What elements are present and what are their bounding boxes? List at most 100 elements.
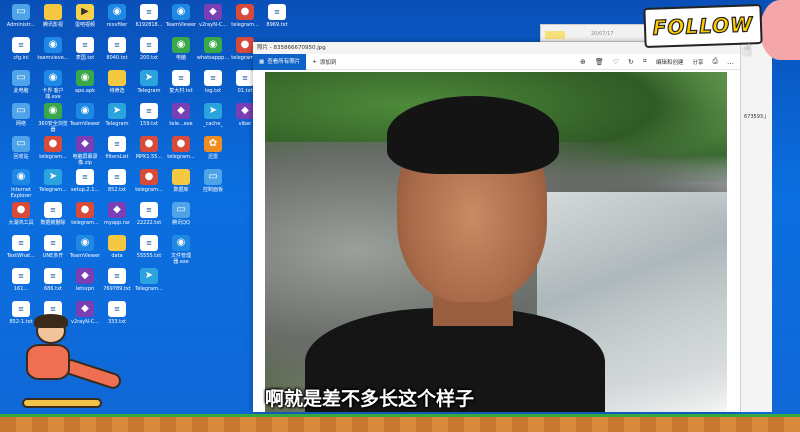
delete-icon[interactable]: 🗑 <box>595 58 604 66</box>
desktop-icon[interactable]: ≡ TextWhat... <box>4 235 38 259</box>
desktop-icon[interactable]: 数据库 <box>164 169 198 193</box>
txt-icon: ≡ <box>44 235 62 251</box>
desktop-icon[interactable]: ◆ myapp.rar <box>100 202 134 226</box>
txt-icon: ≡ <box>140 4 158 20</box>
add-to-button[interactable]: + 添加到 <box>312 58 336 66</box>
desktop-icon[interactable]: ◆ v2rayN-C... <box>196 4 230 28</box>
desktop-icon[interactable]: ≡ 8969.txt <box>260 4 294 28</box>
desktop-icon[interactable]: ● telegram... <box>228 4 262 28</box>
zoom-icon[interactable]: ⊕ <box>580 58 586 66</box>
side-window[interactable] <box>740 42 772 412</box>
desktop-icon[interactable]: 待筛选 <box>100 70 134 94</box>
view-all-photos-button[interactable]: ▦ 查看所有照片 <box>253 53 307 70</box>
txt-icon: ≡ <box>108 169 126 185</box>
share-button[interactable]: 分享 <box>692 58 703 66</box>
blue-icon: ◉ <box>12 169 30 185</box>
desktop-icon[interactable]: ➤ Telegram... <box>132 268 166 292</box>
desktop-icon-label: 200.txt <box>139 55 158 61</box>
desktop-icon-label: 卡界·客户端.exe <box>42 88 64 100</box>
desktop-icon-label: 电脑 <box>175 55 186 61</box>
desktop-icon[interactable]: ≡ 55555.txt <box>132 235 166 259</box>
desktop-icon[interactable]: ◉ whatsappp... <box>196 37 230 61</box>
desktop-icon[interactable]: ▭ 网络 <box>4 103 38 127</box>
desktop-icon[interactable]: ◉ Internet Explorer <box>4 169 38 199</box>
desktop-icon[interactable]: ◉ 360安全浏览器 <box>36 103 70 133</box>
desktop-icon[interactable]: 腾讯影视 <box>36 4 70 28</box>
desktop-icon[interactable]: ▭ 腾讯QQ <box>164 202 198 226</box>
desktop-icon[interactable]: ≡ filtersList <box>100 136 134 160</box>
desktop-icon[interactable]: ➤ Telegram <box>100 103 134 127</box>
more-icon[interactable]: … <box>727 58 734 66</box>
desktop-icon[interactable]: ≡ 161... <box>4 268 38 292</box>
desktop-icon[interactable]: ◉ rxxvfiler <box>100 4 134 28</box>
desktop-icon[interactable]: ▭ 控制面板 <box>196 169 230 193</box>
desktop-icon[interactable]: ≡ 8040.txt <box>100 37 134 61</box>
desktop-icon-label: whatsappp... <box>196 55 230 61</box>
desktop-icon[interactable]: ▭ 回收站 <box>4 136 38 160</box>
desktop-icon[interactable]: ● 大湖鸿工具 <box>4 202 38 226</box>
desktop-icon[interactable]: ◉ TeamViewer <box>164 4 198 28</box>
photo-viewer-window[interactable]: 照片 - 835866670950.jpg ▦ 查看所有照片 + 添加到 ⊕ 🗑… <box>253 42 740 412</box>
desktop-icon[interactable]: ◉ apo.apk <box>68 70 102 94</box>
desktop-icon[interactable]: data <box>100 235 134 259</box>
background-window-tab[interactable] <box>545 31 565 39</box>
txt-icon: ≡ <box>140 202 158 218</box>
desktop-icon[interactable]: ◉ teamvieve... <box>36 37 70 61</box>
desktop-icon[interactable]: ▶ 蛋吧视频 <box>68 4 102 28</box>
purple-icon: ◆ <box>76 136 94 152</box>
pc-icon: ▭ <box>12 136 30 152</box>
desktop-icon-label: apo.apk <box>75 88 95 94</box>
desktop-icon[interactable]: ≡ log.txt <box>196 70 230 94</box>
desktop-icon[interactable]: ≡ 22222.txt <box>132 202 166 226</box>
desktop-icon[interactable]: ● telegram... <box>132 169 166 193</box>
desktop-icon[interactable]: ≡ cfg.ini <box>4 37 38 61</box>
red-icon: ● <box>76 202 94 218</box>
desktop-icon[interactable]: ➤ Telegram <box>132 70 166 94</box>
desktop-icon[interactable]: ● MPK1.55... <box>132 136 166 160</box>
desktop-icon[interactable]: ≡ 表国.txt <box>68 37 102 61</box>
desktop-icon[interactable]: ≡ 6192818... <box>132 4 166 28</box>
desktop-icon[interactable]: ◉ 电脑 <box>164 37 198 61</box>
crop-icon[interactable]: ⌗ <box>643 57 647 66</box>
desktop-icon[interactable]: ● telegram... <box>164 136 198 160</box>
desktop-icon[interactable]: ➤ Telegram... <box>36 169 70 193</box>
toolbar-icons: ⊕ 🗑 ♡ ↻ ⌗ 编辑和创建 分享 ⎙ … <box>580 57 740 66</box>
red-icon: ● <box>12 202 30 218</box>
desktop-icon[interactable]: ≡ 159.txt <box>132 103 166 127</box>
txt-icon: ≡ <box>140 37 158 53</box>
txt-icon: ≡ <box>108 136 126 152</box>
desktop-icon[interactable]: ◉ 卡界·客户端.exe <box>36 70 70 100</box>
desktop-icon-label: 8969.txt <box>266 22 288 28</box>
favorite-icon[interactable]: ♡ <box>613 58 619 66</box>
desktop-icon[interactable]: ≡ UNE多开 <box>36 235 70 259</box>
follow-text: FOLLOW <box>652 12 754 41</box>
desktop-icon[interactable]: ≡ setup.2.1... <box>68 169 102 193</box>
desktop-icon-label: 迅雷 <box>207 154 218 160</box>
print-icon[interactable]: ⎙ <box>712 57 718 66</box>
desktop-icon[interactable]: ➤ _cache_ <box>196 103 230 127</box>
ground-strip <box>0 414 800 432</box>
desktop-icon[interactable]: ● telegram... <box>68 202 102 226</box>
desktop-icon[interactable]: ● telegram... <box>36 136 70 160</box>
desktop-icon[interactable]: ◆ letsvpn <box>68 268 102 292</box>
desktop-icon[interactable]: ≡ 852.txt <box>100 169 134 193</box>
desktop-icon[interactable]: ▭ Administr... <box>4 4 38 28</box>
desktop-icon[interactable]: ≡ 数据被删除 <box>36 202 70 226</box>
edit-create-button[interactable]: 编辑和创建 <box>656 58 684 66</box>
desktop-icon-label: telegram... <box>231 22 259 28</box>
desktop-icon[interactable]: ≡ 769789.txt <box>100 268 134 292</box>
rotate-icon[interactable]: ↻ <box>628 58 634 66</box>
desktop-icon[interactable]: ◉ TeamViewer <box>68 103 102 127</box>
desktop-icon[interactable]: ◉ TeamViewer <box>68 235 102 259</box>
tg-icon: ➤ <box>140 70 158 86</box>
desktop-icon-label: Telegram... <box>135 286 163 292</box>
desktop-icon-label: filtersList <box>105 154 129 160</box>
desktop-icon[interactable]: ≡ 复大村.txt <box>164 70 198 94</box>
desktop-icon[interactable]: ◉ 文件管理器.exe <box>164 235 198 265</box>
desktop-icon[interactable]: ▭ 此电脑 <box>4 70 38 94</box>
desktop-icon[interactable]: ✿ 迅雷 <box>196 136 230 160</box>
desktop-icon[interactable]: ≡ 686.txt <box>36 268 70 292</box>
desktop-icon[interactable]: ≡ 200.txt <box>132 37 166 61</box>
desktop-icon[interactable]: ◆ 电脑屏幕录像.zip <box>68 136 102 166</box>
desktop-icon[interactable]: ◆ tele...exe <box>164 103 198 127</box>
